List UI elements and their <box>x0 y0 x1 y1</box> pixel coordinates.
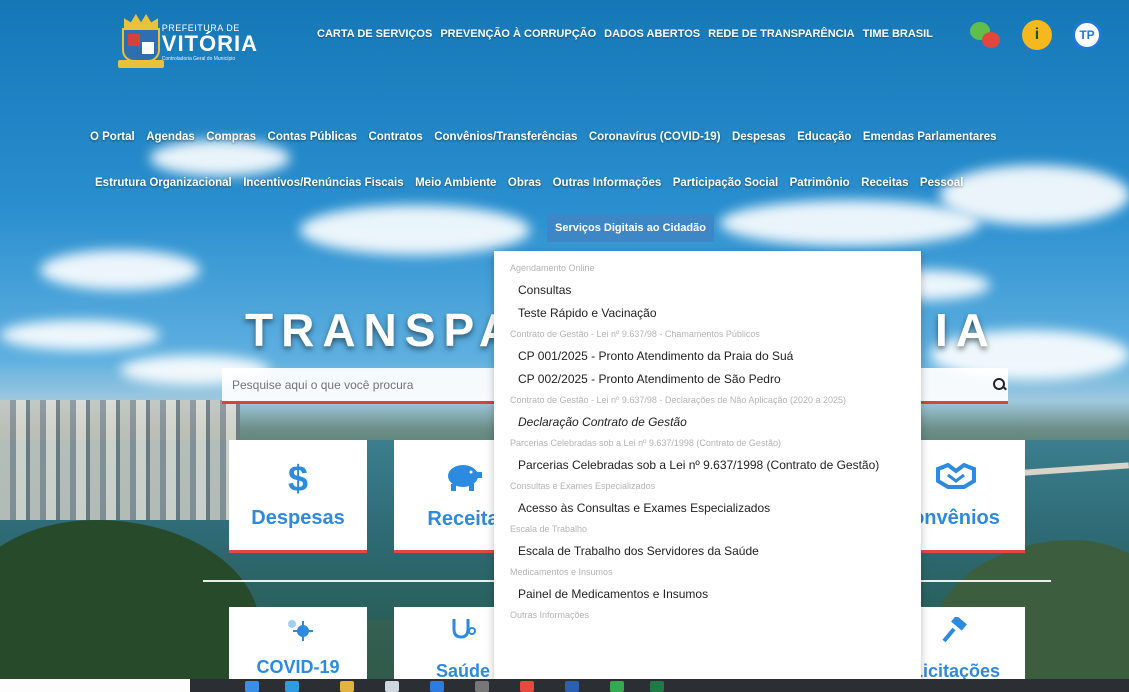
nav-contas-publicas[interactable]: Contas Públicas <box>268 131 357 143</box>
coat-of-arms-icon <box>118 14 164 72</box>
virus-icon <box>283 617 313 645</box>
dropdown-item-parcerias[interactable]: Parcerias Celebradas sob a Lei nº 9.637/… <box>494 454 921 477</box>
nav-outras-informacoes[interactable]: Outras Informações <box>553 177 662 189</box>
store-icon[interactable] <box>385 681 399 692</box>
dollar-icon: $ <box>287 457 309 499</box>
nav-o-portal[interactable]: O Portal <box>90 131 135 143</box>
chrome-icon[interactable] <box>520 681 534 692</box>
dropdown-item-cp002[interactable]: CP 002/2025 - Pronto Atendimento de São … <box>494 368 921 391</box>
word-icon[interactable] <box>565 681 579 692</box>
card-despesas[interactable]: $ Despesas <box>229 440 367 553</box>
windows-app-icon[interactable] <box>245 681 259 692</box>
app-icon[interactable] <box>475 681 489 692</box>
dropdown-item-consultas[interactable]: Consultas <box>494 279 921 302</box>
dropdown-group-heading: Consultas e Exames Especializados <box>510 481 656 491</box>
dropdown-group-heading: Contrato de Gestão - Lei nº 9.637/98 - D… <box>510 395 846 405</box>
dropdown-item-consultas-exames[interactable]: Acesso às Consultas e Exames Especializa… <box>494 497 921 520</box>
top-nav-rede-transparencia[interactable]: REDE DE TRANSPARÊNCIA <box>708 28 854 40</box>
nav-servicos-digitais-label: Serviços Digitais ao Cidadão <box>555 222 706 234</box>
nav-incentivos[interactable]: Incentivos/Renúncias Fiscais <box>243 177 403 189</box>
card-label: Despesas <box>251 506 345 529</box>
edge-icon[interactable] <box>430 681 444 692</box>
nav-obras[interactable]: Obras <box>508 177 541 189</box>
info-icon[interactable]: i <box>1022 20 1052 50</box>
stethoscope-icon <box>448 617 478 649</box>
nav-patrimonio[interactable]: Patrimônio <box>790 177 850 189</box>
dropdown-group-heading: Agendamento Online <box>510 263 595 273</box>
chat-bubbles-icon[interactable] <box>970 20 1000 50</box>
top-nav-carta-servicos[interactable]: CARTA DE SERVIÇOS <box>317 28 432 40</box>
nav-emendas[interactable]: Emendas Parlamentares <box>863 131 997 143</box>
card-label: onvênios <box>912 506 1000 529</box>
nav-pessoal[interactable]: Pessoal <box>920 177 963 189</box>
logo-line3: Controladoria Geral do Município <box>161 56 236 62</box>
servicos-digitais-dropdown: Agendamento Online Consultas Teste Rápid… <box>494 251 921 681</box>
dropdown-item-cp001[interactable]: CP 001/2025 - Pronto Atendimento da Prai… <box>494 345 921 368</box>
nav-meio-ambiente[interactable]: Meio Ambiente <box>415 177 496 189</box>
search-icon[interactable] <box>992 377 1005 393</box>
excel-icon[interactable] <box>650 681 664 692</box>
nav-convenios[interactable]: Convênios/Transferências <box>434 131 577 143</box>
os-taskbar <box>0 679 1129 692</box>
page-title-left: TRANSPA <box>245 304 520 356</box>
folder-icon[interactable] <box>340 681 354 692</box>
top-nav-time-brasil[interactable]: TIME BRASIL <box>863 28 933 40</box>
handshake-icon <box>934 461 978 497</box>
logo-line2: VITÓRIA <box>161 31 258 56</box>
top-nav: CARTA DE SERVIÇOS PREVENÇÃO À CORRUPÇÃO … <box>317 28 933 40</box>
nav-agendas[interactable]: Agendas <box>146 131 195 143</box>
browser-icon[interactable] <box>285 681 299 692</box>
dropdown-group-heading: Contrato de Gestão - Lei nº 9.637/98 - C… <box>510 329 760 339</box>
dropdown-item-medicamentos[interactable]: Painel de Medicamentos e Insumos <box>494 583 921 606</box>
page-title-right: IA <box>935 304 997 356</box>
card-label: COVID-19 <box>256 657 340 677</box>
nav-coronavirus[interactable]: Coronavírus (COVID-19) <box>589 131 721 143</box>
dropdown-item-declaracao[interactable]: Declaração Contrato de Gestão <box>494 411 921 434</box>
nav-compras[interactable]: Compras <box>206 131 256 143</box>
nav-participacao-social[interactable]: Participação Social <box>673 177 778 189</box>
secondary-nav: Estrutura Organizacional Incentivos/Renú… <box>95 173 970 191</box>
nav-receitas[interactable]: Receitas <box>861 177 908 189</box>
dropdown-item-escala[interactable]: Escala de Trabalho dos Servidores da Saú… <box>494 540 921 563</box>
nav-estrutura[interactable]: Estrutura Organizacional <box>95 177 232 189</box>
card-covid[interactable]: COVID-19 <box>229 607 367 682</box>
dropdown-item-teste-rapido[interactable]: Teste Rápido e Vacinação <box>494 302 921 325</box>
dropdown-group-heading: Escala de Trabalho <box>510 524 588 534</box>
tp-icon[interactable]: TP <box>1072 20 1102 50</box>
dropdown-group-heading: Medicamentos e Insumos <box>510 567 613 577</box>
whatsapp-icon[interactable] <box>610 681 624 692</box>
search-input[interactable] <box>232 377 492 392</box>
top-nav-dados-abertos[interactable]: DADOS ABERTOS <box>604 28 700 40</box>
piggy-bank-icon <box>443 460 483 498</box>
top-nav-prevencao-corrupcao[interactable]: PREVENÇÃO À CORRUPÇÃO <box>440 28 596 40</box>
prefeitura-logo[interactable]: PREFEITURA DE VITÓRIA Controladoria Gera… <box>118 12 258 74</box>
main-nav: O Portal Agendas Compras Contas Públicas… <box>90 127 1004 145</box>
card-label: Receita <box>427 507 499 530</box>
nav-educacao[interactable]: Educação <box>797 131 851 143</box>
dropdown-group-heading: Outras Informações <box>510 610 590 620</box>
nav-servicos-digitais[interactable]: Serviços Digitais ao Cidadão <box>547 214 714 242</box>
nav-despesas[interactable]: Despesas <box>732 131 786 143</box>
dropdown-group-heading: Parcerias Celebradas sob a Lei nº 9.637/… <box>510 438 781 448</box>
nav-contratos[interactable]: Contratos <box>368 131 422 143</box>
gavel-icon <box>940 615 972 649</box>
